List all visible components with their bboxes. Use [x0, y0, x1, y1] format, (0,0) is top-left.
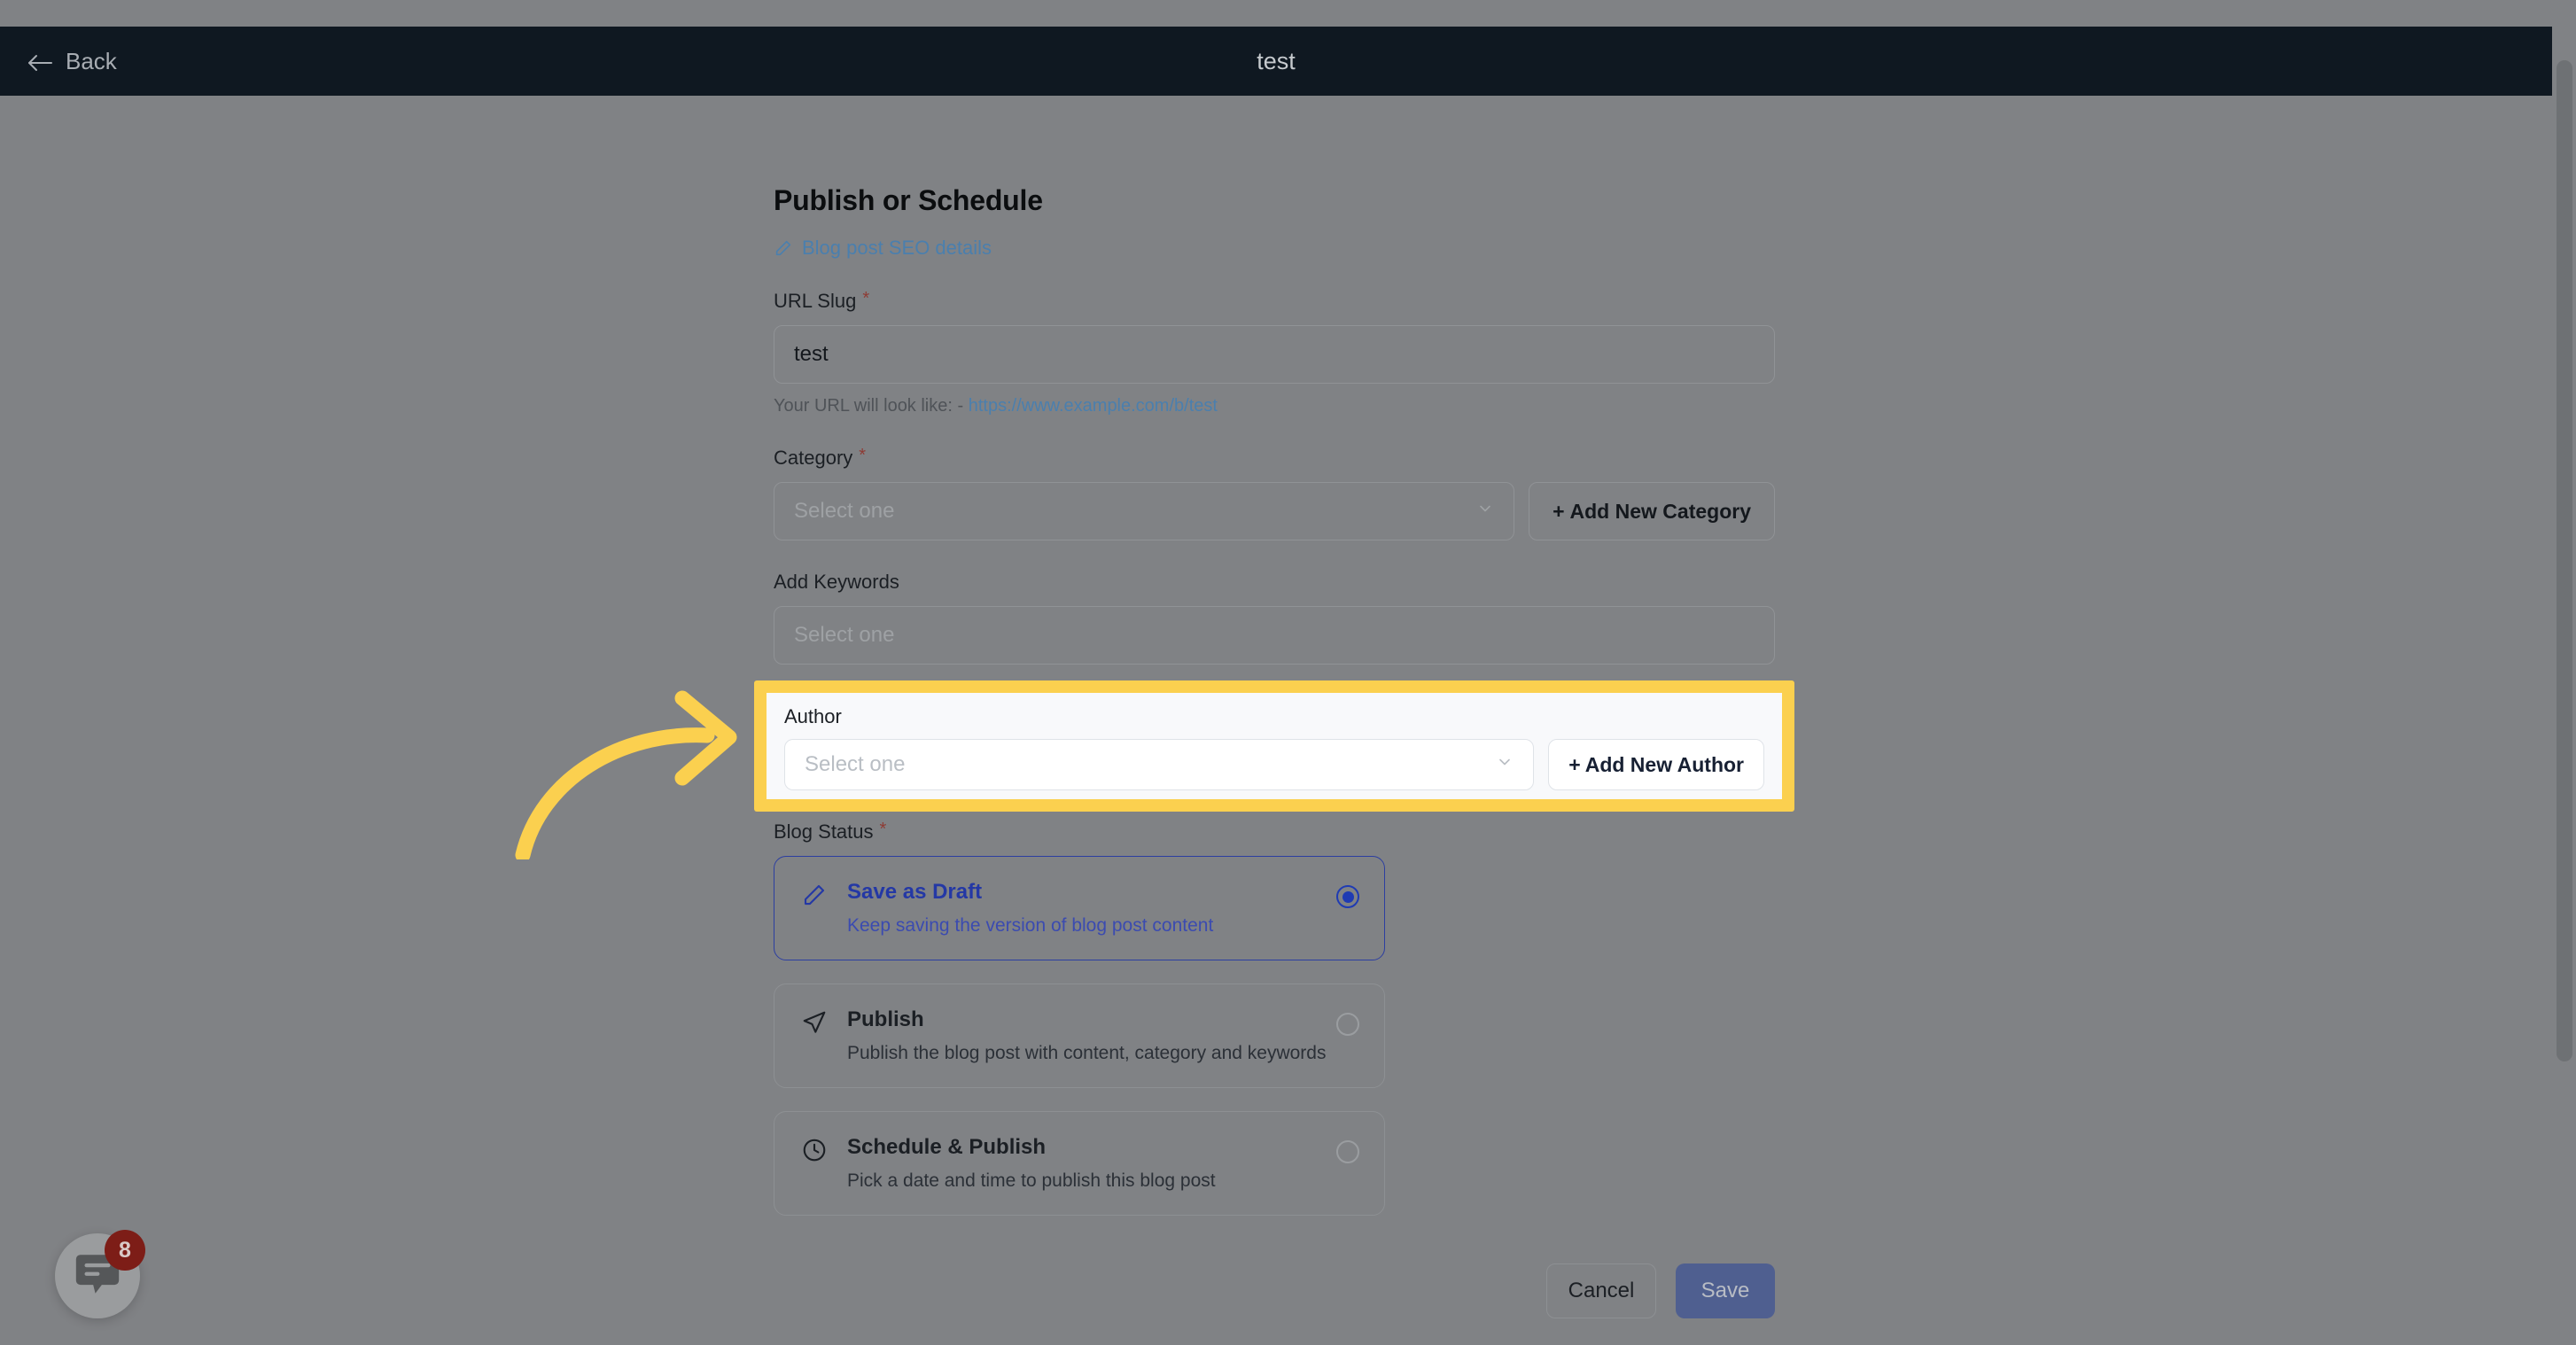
url-slug-label-text: URL Slug	[774, 290, 857, 312]
status-option-save-as-draft[interactable]: Save as Draft Keep saving the version of…	[774, 856, 1385, 960]
chevron-down-icon	[1476, 499, 1494, 524]
status-option-description: Keep saving the version of blog post con…	[847, 915, 1214, 936]
status-option-radio[interactable]	[1336, 885, 1359, 908]
keywords-group: Add Keywords Select one	[774, 571, 1775, 665]
keywords-select[interactable]: Select one	[774, 606, 1775, 665]
status-option-description: Publish the blog post with content, cate…	[847, 1043, 1327, 1063]
required-asterisk: *	[879, 820, 887, 839]
url-slug-group: URL Slug * Your URL will look like: - ht…	[774, 290, 1775, 416]
blog-status-label-text: Blog Status	[774, 820, 874, 843]
status-option-publish[interactable]: Publish Publish the blog post with conte…	[774, 983, 1385, 1088]
author-group: Author Select one + Add New Author	[767, 693, 1782, 799]
status-option-texts: Publish Publish the blog post with conte…	[847, 1007, 1358, 1064]
category-label: Category *	[774, 447, 1775, 470]
category-placeholder: Select one	[794, 499, 895, 523]
header-title: test	[1257, 47, 1296, 74]
chevron-down-icon	[1496, 752, 1514, 777]
blog-status-label: Blog Status *	[774, 820, 1775, 844]
page-title: Publish or Schedule	[774, 184, 1043, 216]
url-slug-label: URL Slug *	[774, 290, 1775, 313]
category-row: Select one + Add New Category	[774, 482, 1775, 540]
cancel-button[interactable]: Cancel	[1546, 1263, 1656, 1318]
author-placeholder: Select one	[805, 752, 906, 776]
add-new-category-label: Add New Category	[1569, 499, 1751, 523]
plus-icon: +	[1568, 752, 1581, 776]
keywords-placeholder: Select one	[794, 623, 895, 647]
required-asterisk: *	[862, 289, 870, 308]
author-label: Author	[784, 705, 842, 727]
status-option-radio[interactable]	[1336, 1013, 1359, 1036]
author-select[interactable]: Select one	[784, 739, 1535, 790]
keywords-label-text: Add Keywords	[774, 571, 899, 593]
pencil-icon	[801, 880, 828, 913]
required-asterisk: *	[859, 446, 867, 465]
status-option-texts: Save as Draft Keep saving the version of…	[847, 880, 1358, 937]
save-button[interactable]: Save	[1676, 1263, 1775, 1318]
clock-icon	[801, 1135, 828, 1168]
category-label-text: Category	[774, 447, 853, 469]
url-slug-input[interactable]	[774, 325, 1775, 384]
form-footer: Cancel Save	[774, 1263, 1775, 1318]
author-field-highlight: Author Select one + Add New Author	[754, 680, 1794, 812]
plus-icon: +	[1553, 499, 1565, 523]
status-option-title: Publish	[847, 1007, 924, 1031]
category-select[interactable]: Select one	[774, 482, 1515, 540]
status-option-texts: Schedule & Publish Pick a date and time …	[847, 1135, 1358, 1192]
arrow-left-icon	[27, 51, 53, 71]
add-new-author-label: Add New Author	[1584, 752, 1744, 776]
status-option-schedule-publish[interactable]: Schedule & Publish Pick a date and time …	[774, 1111, 1385, 1216]
back-button[interactable]: Back	[27, 48, 117, 75]
app-header: Back test	[0, 27, 2552, 96]
blog-status-group: Blog Status * Save as Draft Keep saving …	[774, 820, 1775, 1216]
add-new-category-button[interactable]: + Add New Category	[1529, 482, 1775, 540]
url-preview-link[interactable]: https://www.example.com/b/test	[969, 396, 1218, 416]
category-group: Category * Select one + Add New Category	[774, 447, 1775, 540]
pencil-icon	[774, 238, 793, 258]
seo-details-label: Blog post SEO details	[802, 237, 992, 259]
url-preview-prefix: Your URL will look like: -	[774, 396, 969, 416]
scrollbar-thumb[interactable]	[2557, 60, 2572, 1061]
status-option-description: Pick a date and time to publish this blo…	[847, 1170, 1216, 1191]
url-preview-helper: Your URL will look like: - https://www.e…	[774, 396, 1775, 416]
add-new-author-button[interactable]: + Add New Author	[1548, 739, 1764, 790]
app-screen: Publish or Schedule Blog post SEO detail…	[0, 0, 2576, 1345]
chat-unread-badge: 8	[105, 1230, 145, 1271]
seo-details-link[interactable]: Blog post SEO details	[774, 237, 1775, 260]
status-option-title: Schedule & Publish	[847, 1135, 1047, 1159]
chat-widget-button[interactable]: 8	[55, 1230, 145, 1318]
keywords-label: Add Keywords	[774, 571, 1775, 594]
back-button-label: Back	[66, 47, 117, 74]
send-icon	[801, 1007, 828, 1040]
status-option-radio[interactable]	[1336, 1140, 1359, 1163]
author-row: Select one + Add New Author	[784, 739, 1764, 790]
status-option-title: Save as Draft	[847, 880, 983, 904]
top-strip	[0, 0, 2576, 27]
